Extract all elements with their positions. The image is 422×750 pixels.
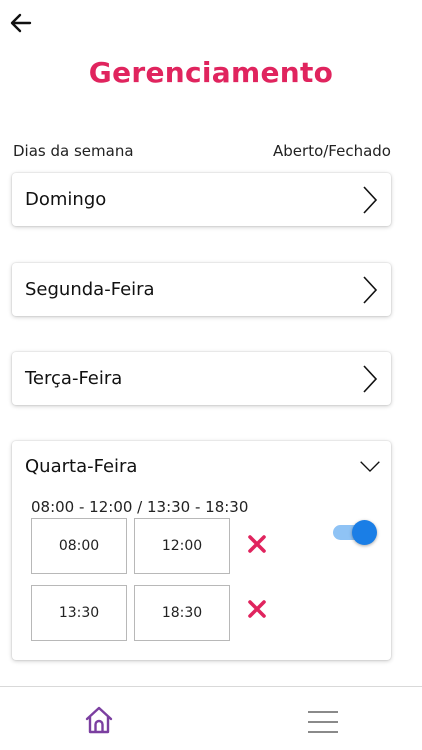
day-name: Domingo: [25, 189, 107, 210]
back-button[interactable]: [8, 10, 34, 36]
start-time-field[interactable]: 08:00: [31, 518, 127, 574]
hamburger-menu-icon: [308, 711, 338, 733]
toggle-knob: [352, 520, 377, 545]
delete-slot-button[interactable]: [244, 596, 270, 622]
nav-menu-button[interactable]: [306, 709, 340, 735]
bottom-navigation: [0, 686, 422, 750]
day-name: Segunda-Feira: [25, 279, 155, 300]
arrow-left-icon: [10, 13, 32, 33]
close-icon: [248, 535, 266, 553]
end-time-field[interactable]: 18:30: [134, 585, 230, 641]
day-card-domingo[interactable]: Domingo: [12, 173, 391, 226]
day-card-terca-feira[interactable]: Terça-Feira: [12, 352, 391, 405]
column-headers: Dias da semana Aberto/Fechado: [13, 142, 391, 160]
delete-slot-button[interactable]: [244, 531, 270, 557]
end-time-field[interactable]: 12:00: [134, 518, 230, 574]
close-icon: [248, 600, 266, 618]
day-card-quarta-feira: Quarta-Feira 08:00 - 12:00 / 13:30 - 18:…: [12, 441, 391, 660]
day-card-header[interactable]: Quarta-Feira: [12, 441, 391, 491]
days-column-label: Dias da semana: [13, 142, 134, 160]
home-icon: [85, 706, 113, 734]
chevron-right-icon: [359, 275, 381, 305]
start-time-field[interactable]: 13:30: [31, 585, 127, 641]
chevron-right-icon: [359, 364, 381, 394]
open-closed-toggle[interactable]: [333, 519, 379, 545]
hours-summary: 08:00 - 12:00 / 13:30 - 18:30: [31, 498, 249, 516]
day-card-segunda-feira[interactable]: Segunda-Feira: [12, 263, 391, 316]
chevron-down-icon: [359, 451, 381, 481]
nav-home-button[interactable]: [82, 703, 116, 737]
day-name: Quarta-Feira: [25, 455, 138, 477]
status-column-label: Aberto/Fechado: [273, 142, 391, 160]
chevron-right-icon: [359, 185, 381, 215]
page-title: Gerenciamento: [88, 56, 334, 89]
day-name: Terça-Feira: [25, 368, 123, 389]
